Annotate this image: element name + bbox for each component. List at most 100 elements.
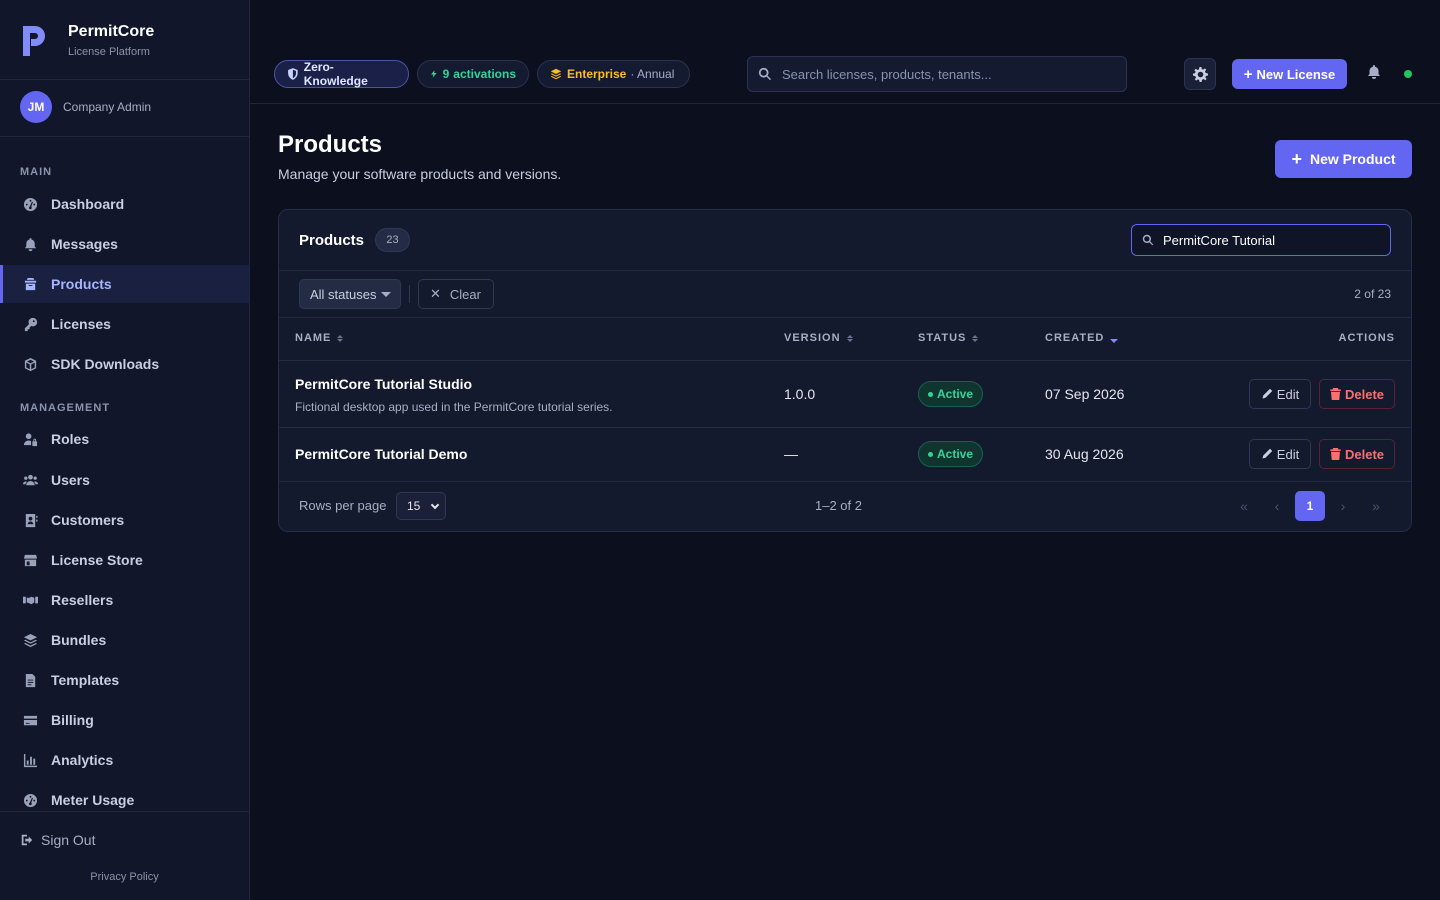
- sidebar-item-label: Bundles: [51, 632, 107, 648]
- plan-badge[interactable]: Enterprise · Annual: [537, 60, 690, 88]
- column-header-name[interactable]: NAME: [295, 332, 344, 344]
- last-page-button[interactable]: »: [1361, 491, 1391, 521]
- global-search-input[interactable]: [782, 66, 1102, 82]
- close-icon: ✕: [430, 286, 441, 301]
- layers-icon: [22, 632, 39, 649]
- product-search[interactable]: [1131, 224, 1391, 256]
- status-dot-icon: [927, 391, 933, 397]
- sidebar-item-label: SDK Downloads: [51, 356, 160, 372]
- gauge-icon: [22, 196, 39, 213]
- sidebar-item-bundles[interactable]: Bundles: [0, 621, 249, 659]
- sidebar-item-billing[interactable]: Billing: [0, 701, 249, 739]
- new-license-button[interactable]: + New License: [1232, 59, 1347, 89]
- column-header-label: STATUS: [918, 332, 967, 344]
- top-bar: Zero-Knowledge 9 activations Enterprise …: [250, 0, 1440, 104]
- user-profile[interactable]: JM Company Admin: [20, 91, 151, 123]
- new-product-label: New Product: [1309, 151, 1396, 167]
- zero-knowledge-badge[interactable]: Zero-Knowledge: [274, 60, 409, 88]
- file-icon: [22, 672, 39, 689]
- section-label-management: MANAGEMENT: [20, 402, 111, 414]
- chevron-left-icon: ‹: [1274, 498, 1280, 514]
- rows-per-page-value: 15: [407, 499, 421, 513]
- first-page-button[interactable]: «: [1229, 491, 1259, 521]
- table-row[interactable]: PermitCore Tutorial Demo — Active 30 Aug…: [279, 428, 1411, 481]
- sidebar-item-label: Resellers: [51, 592, 114, 608]
- sidebar-item-licenses[interactable]: Licenses: [0, 305, 249, 343]
- product-count-badge: 23: [375, 228, 410, 252]
- edit-button[interactable]: Edit: [1249, 439, 1311, 469]
- column-header-actions: ACTIONS: [1339, 332, 1396, 344]
- cube-icon: [22, 356, 39, 373]
- box-icon: [22, 276, 39, 293]
- sidebar-item-label: Billing: [51, 712, 94, 728]
- column-header-version[interactable]: VERSION: [784, 332, 853, 344]
- product-created-date: 07 Sep 2026: [1045, 386, 1125, 402]
- column-header-created[interactable]: CREATED: [1045, 332, 1119, 344]
- sidebar-item-resellers[interactable]: Resellers: [0, 581, 249, 619]
- column-header-status[interactable]: STATUS: [918, 332, 979, 344]
- sidebar-item-users[interactable]: Users: [0, 461, 249, 499]
- new-license-label: New License: [1256, 66, 1336, 82]
- column-header-label: CREATED: [1045, 332, 1105, 344]
- sidebar-item-sdk-downloads[interactable]: SDK Downloads: [0, 345, 249, 383]
- rows-per-page-select[interactable]: 15: [396, 492, 446, 520]
- product-search-input[interactable]: [1163, 232, 1383, 248]
- product-description: Fictional desktop app used in the Permit…: [295, 400, 613, 414]
- rows-per-page-label: Rows per page: [299, 498, 387, 513]
- brand-logo-icon: [23, 26, 45, 56]
- sidebar-item-customers[interactable]: Customers: [0, 501, 249, 539]
- global-search[interactable]: [747, 56, 1127, 92]
- next-page-button[interactable]: ›: [1328, 491, 1358, 521]
- bell-icon: [1368, 65, 1380, 79]
- plus-icon: +: [1291, 148, 1302, 169]
- privacy-policy-link[interactable]: Privacy Policy: [0, 871, 249, 883]
- activations-count: 9: [442, 67, 450, 81]
- status-filter-dropdown[interactable]: All statuses: [299, 279, 401, 309]
- plus-icon: +: [1243, 65, 1253, 83]
- products-card: Products 23 All statuses ✕ Clear 2 of 23…: [278, 209, 1412, 532]
- sidebar-item-messages[interactable]: Messages: [0, 225, 249, 263]
- sidebar-item-label: Customers: [51, 512, 125, 528]
- sidebar-item-roles[interactable]: Roles: [0, 420, 249, 458]
- card-title: Products: [299, 232, 365, 249]
- delete-label: Delete: [1344, 446, 1385, 462]
- brand[interactable]: PermitCore License Platform: [20, 22, 154, 62]
- new-product-button[interactable]: + New Product: [1275, 140, 1412, 178]
- sort-descending-icon: [1110, 334, 1119, 343]
- activations-badge[interactable]: 9 activations: [417, 60, 529, 88]
- user-role: Company Admin: [63, 100, 152, 114]
- sidebar-item-products[interactable]: Products: [0, 265, 249, 303]
- result-count: 2 of 23: [1354, 287, 1391, 301]
- sidebar-item-analytics[interactable]: Analytics: [0, 741, 249, 779]
- status-label: Active: [936, 387, 974, 401]
- sign-out-button[interactable]: Sign Out: [20, 832, 95, 848]
- sidebar-item-label: Analytics: [51, 752, 114, 768]
- divider: [0, 79, 249, 80]
- divider: [279, 481, 1411, 482]
- clear-filters-button[interactable]: ✕ Clear: [418, 279, 494, 309]
- page-button-current[interactable]: 1: [1295, 491, 1325, 521]
- divider: [409, 285, 410, 303]
- sidebar-item-templates[interactable]: Templates: [0, 661, 249, 699]
- avatar: JM: [20, 91, 52, 123]
- page-title: Products: [278, 131, 383, 158]
- previous-page-button[interactable]: ‹: [1262, 491, 1292, 521]
- activations-label: activations: [453, 67, 516, 81]
- sidebar-item-label: Dashboard: [51, 196, 125, 212]
- sidebar-item-dashboard[interactable]: Dashboard: [0, 185, 249, 223]
- settings-button[interactable]: [1184, 58, 1216, 90]
- delete-button[interactable]: Delete: [1319, 439, 1395, 469]
- product-name[interactable]: PermitCore Tutorial Demo: [295, 446, 467, 462]
- notifications-button[interactable]: [1366, 64, 1384, 82]
- product-name[interactable]: PermitCore Tutorial Studio: [295, 376, 472, 392]
- clear-label: Clear: [449, 286, 481, 302]
- sidebar-item-label: Roles: [51, 431, 90, 447]
- double-chevron-right-icon: »: [1372, 498, 1380, 514]
- status-badge: Active: [918, 441, 983, 467]
- table-row[interactable]: PermitCore Tutorial Studio Fictional des…: [279, 361, 1411, 427]
- sidebar-item-license-store[interactable]: License Store: [0, 541, 249, 579]
- zero-knowledge-label: Zero-Knowledge: [303, 60, 368, 88]
- edit-button[interactable]: Edit: [1249, 379, 1311, 409]
- delete-button[interactable]: Delete: [1319, 379, 1395, 409]
- address-book-icon: [22, 512, 39, 529]
